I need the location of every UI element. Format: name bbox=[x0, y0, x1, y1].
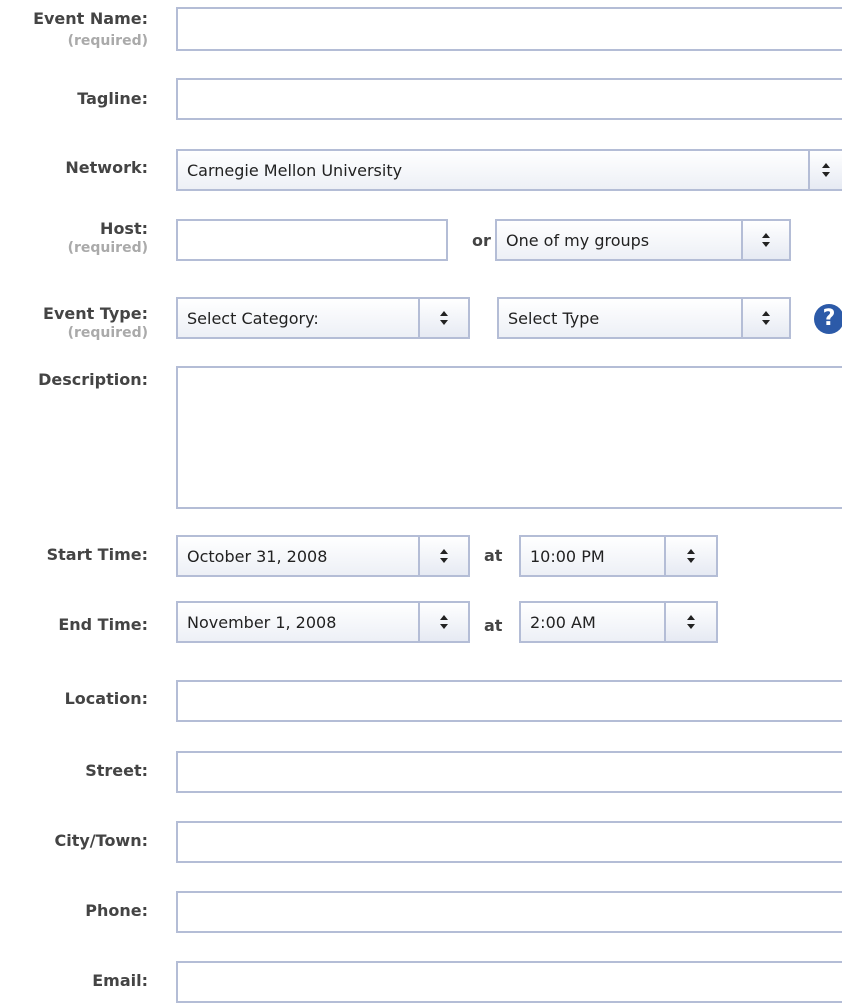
help-icon[interactable]: ? bbox=[814, 304, 842, 334]
email-label: Email: bbox=[92, 971, 148, 990]
phone-label: Phone: bbox=[85, 901, 148, 920]
location-label: Location: bbox=[64, 689, 148, 708]
host-group-select[interactable]: One of my groups bbox=[495, 219, 791, 261]
street-input[interactable] bbox=[176, 751, 842, 793]
up-down-arrows-icon bbox=[664, 603, 716, 641]
event-type-value: Select Type bbox=[508, 308, 600, 328]
location-input[interactable] bbox=[176, 680, 842, 722]
street-label: Street: bbox=[85, 761, 148, 780]
network-select-value: Carnegie Mellon University bbox=[187, 160, 403, 180]
city-input[interactable] bbox=[176, 821, 842, 863]
event-category-value: Select Category: bbox=[187, 308, 319, 328]
network-label: Network: bbox=[65, 158, 148, 177]
end-time-select[interactable]: 2:00 AM bbox=[519, 601, 718, 643]
start-time-value: 10:00 PM bbox=[530, 546, 605, 566]
event-type-required: (required) bbox=[67, 325, 148, 341]
event-name-required: (required) bbox=[67, 33, 148, 49]
event-name-input[interactable] bbox=[176, 7, 842, 51]
host-group-value: One of my groups bbox=[506, 230, 650, 250]
up-down-arrows-icon bbox=[741, 221, 789, 259]
up-down-arrows-icon bbox=[664, 537, 716, 575]
up-down-arrows-icon bbox=[741, 299, 789, 337]
description-label: Description: bbox=[38, 370, 148, 389]
end-time-value: 2:00 AM bbox=[530, 612, 596, 632]
end-time-label: End Time: bbox=[58, 615, 148, 634]
event-category-select[interactable]: Select Category: bbox=[176, 297, 470, 339]
host-label: Host: bbox=[100, 219, 148, 238]
up-down-arrows-icon bbox=[808, 151, 842, 189]
host-required: (required) bbox=[67, 240, 148, 256]
up-down-arrows-icon bbox=[418, 603, 468, 641]
start-date-select[interactable]: October 31, 2008 bbox=[176, 535, 470, 577]
tagline-label: Tagline: bbox=[77, 89, 148, 108]
end-at-text: at bbox=[484, 616, 503, 635]
event-name-label: Event Name: bbox=[33, 9, 148, 28]
event-type-label: Event Type: bbox=[43, 304, 148, 323]
host-or-text: or bbox=[472, 231, 491, 250]
start-at-text: at bbox=[484, 546, 503, 565]
host-input[interactable] bbox=[176, 219, 448, 261]
description-textarea[interactable] bbox=[176, 366, 842, 509]
end-date-value: November 1, 2008 bbox=[187, 612, 337, 632]
start-time-label: Start Time: bbox=[46, 545, 148, 564]
start-time-select[interactable]: 10:00 PM bbox=[519, 535, 718, 577]
tagline-input[interactable] bbox=[176, 78, 842, 120]
city-label: City/Town: bbox=[54, 831, 149, 850]
up-down-arrows-icon bbox=[418, 299, 468, 337]
end-date-select[interactable]: November 1, 2008 bbox=[176, 601, 470, 643]
network-select[interactable]: Carnegie Mellon University bbox=[176, 149, 842, 191]
event-type-select[interactable]: Select Type bbox=[497, 297, 791, 339]
phone-input[interactable] bbox=[176, 891, 842, 933]
start-date-value: October 31, 2008 bbox=[187, 546, 328, 566]
up-down-arrows-icon bbox=[418, 537, 468, 575]
